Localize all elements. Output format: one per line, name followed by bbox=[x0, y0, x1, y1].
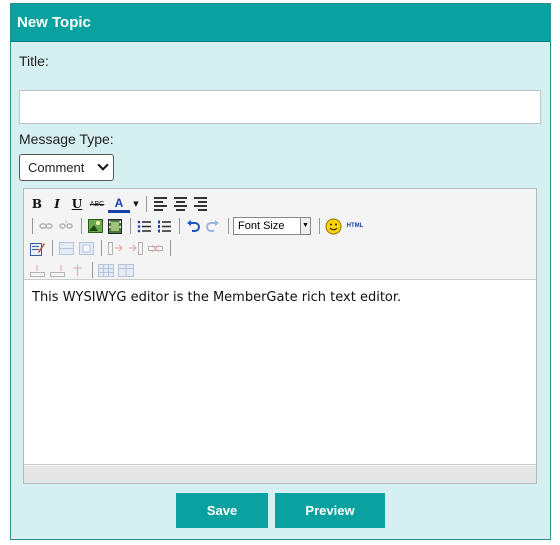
insert-column-before-icon[interactable] bbox=[106, 239, 124, 257]
toolbar-separator bbox=[32, 218, 33, 234]
editor-content-area[interactable]: This WYSIWYG editor is the MemberGate ri… bbox=[24, 279, 536, 465]
numbered-list-icon[interactable] bbox=[155, 217, 173, 235]
html-source-button[interactable]: HTML bbox=[344, 217, 366, 235]
font-size-label: Font Size bbox=[238, 220, 285, 232]
message-type-value: Comment bbox=[28, 160, 85, 175]
message-type-select[interactable]: Comment bbox=[19, 154, 114, 181]
font-color-dropdown-icon[interactable]: ▼ bbox=[132, 195, 140, 213]
toolbar-separator bbox=[146, 196, 147, 212]
table-cell-icon[interactable] bbox=[77, 239, 95, 257]
align-right-icon[interactable] bbox=[191, 195, 209, 213]
title-label: Title: bbox=[19, 53, 49, 69]
insert-image-icon[interactable] bbox=[86, 217, 104, 235]
redo-icon[interactable] bbox=[204, 217, 222, 235]
table-row-icon[interactable] bbox=[57, 239, 75, 257]
editor-content-text: This WYSIWYG editor is the MemberGate ri… bbox=[32, 290, 402, 305]
insert-table-icon[interactable] bbox=[97, 261, 115, 279]
insert-column-after-icon[interactable] bbox=[126, 239, 144, 257]
edit-note-icon[interactable] bbox=[28, 239, 46, 257]
insert-row-after-icon[interactable] bbox=[48, 261, 66, 279]
editor-status-bar bbox=[24, 466, 536, 483]
message-type-label: Message Type: bbox=[19, 131, 114, 147]
table-properties-icon[interactable] bbox=[117, 261, 135, 279]
toolbar-separator bbox=[101, 240, 102, 256]
new-topic-panel: New Topic Title: Message Type: Comment B… bbox=[10, 3, 551, 540]
editor-toolbar: B I U ABC A ▼ Font Size ▼ HTML bbox=[24, 189, 536, 279]
font-size-select[interactable]: Font Size ▼ bbox=[233, 217, 311, 235]
font-color-button[interactable]: A bbox=[108, 196, 130, 213]
toolbar-separator bbox=[130, 218, 131, 234]
rich-text-editor: B I U ABC A ▼ Font Size ▼ HTML This WYSI… bbox=[23, 188, 537, 484]
toolbar-separator bbox=[52, 240, 53, 256]
panel-title: New Topic bbox=[11, 4, 550, 42]
link-icon[interactable] bbox=[37, 217, 55, 235]
align-left-icon[interactable] bbox=[151, 195, 169, 213]
toolbar-separator bbox=[179, 218, 180, 234]
chevron-down-icon bbox=[97, 159, 109, 171]
delete-row-icon[interactable] bbox=[68, 261, 86, 279]
insert-row-before-icon[interactable] bbox=[28, 261, 46, 279]
undo-icon[interactable] bbox=[184, 217, 202, 235]
unlink-icon[interactable] bbox=[57, 217, 75, 235]
smiley-icon[interactable] bbox=[324, 217, 342, 235]
strikethrough-button[interactable]: ABC bbox=[88, 195, 106, 213]
align-center-icon[interactable] bbox=[171, 195, 189, 213]
toolbar-separator bbox=[319, 218, 320, 234]
title-input[interactable] bbox=[19, 90, 541, 124]
bullet-list-icon[interactable] bbox=[135, 217, 153, 235]
preview-button[interactable]: Preview bbox=[275, 493, 385, 528]
toolbar-separator bbox=[92, 262, 93, 278]
bold-button[interactable]: B bbox=[28, 195, 46, 213]
toolbar-separator bbox=[81, 218, 82, 234]
delete-column-icon[interactable] bbox=[146, 239, 164, 257]
underline-button[interactable]: U bbox=[68, 195, 86, 213]
italic-button[interactable]: I bbox=[48, 195, 66, 213]
chevron-down-icon: ▼ bbox=[300, 218, 310, 234]
insert-media-icon[interactable] bbox=[106, 217, 124, 235]
save-button[interactable]: Save bbox=[176, 493, 268, 528]
toolbar-separator bbox=[170, 240, 171, 256]
toolbar-separator bbox=[228, 218, 229, 234]
